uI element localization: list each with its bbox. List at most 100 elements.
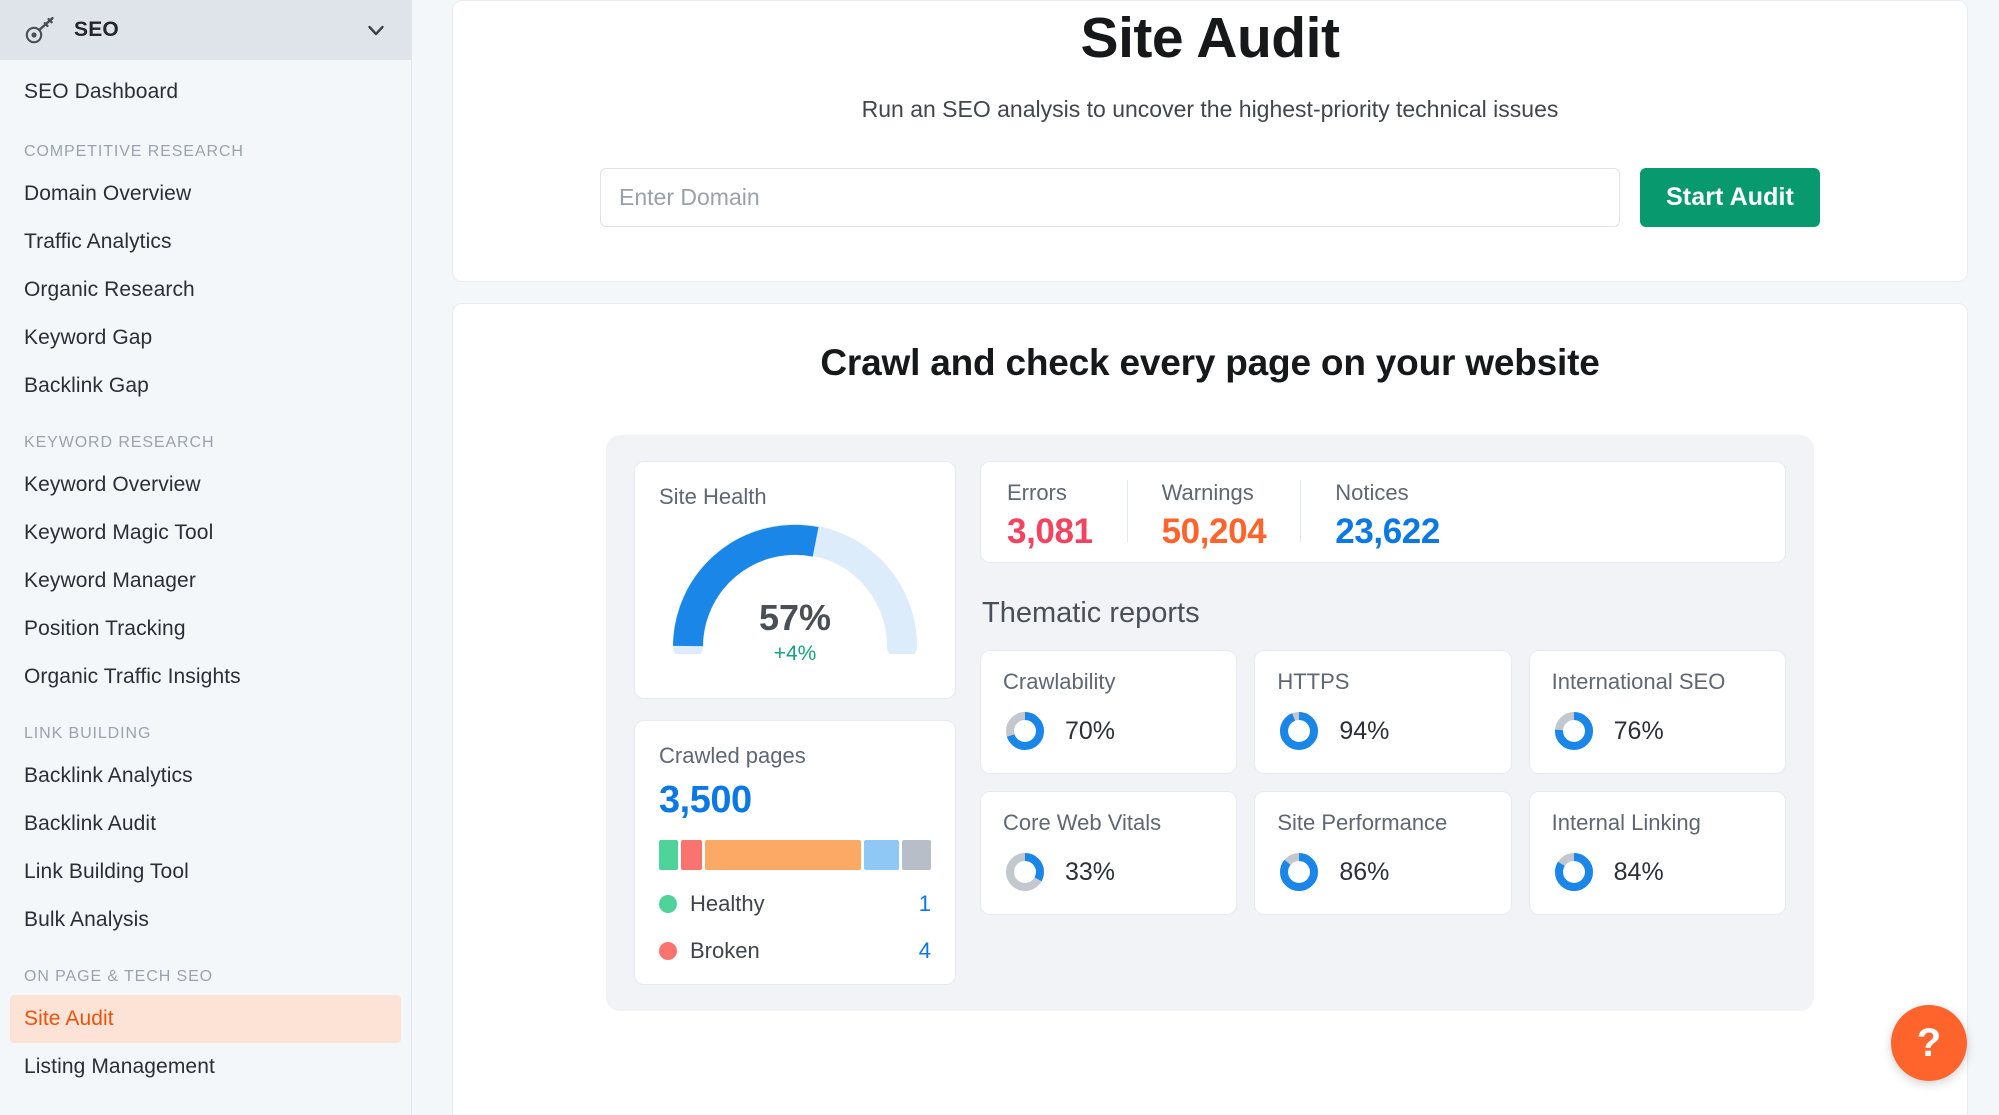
sidebar-item-traffic-analytics[interactable]: Traffic Analytics bbox=[0, 218, 411, 266]
start-audit-button[interactable]: Start Audit bbox=[1640, 168, 1820, 227]
legend-label-healthy: Healthy bbox=[690, 891, 919, 917]
crawled-pages-label: Crawled pages bbox=[659, 743, 931, 769]
thematic-value-https: 94% bbox=[1339, 717, 1389, 746]
stat-errors-label: Errors bbox=[1007, 480, 1093, 506]
thematic-reports-title: Thematic reports bbox=[982, 597, 1786, 630]
site-health-delta: +4% bbox=[659, 642, 931, 666]
thematic-reports-grid: Crawlability 70% HTTPS bbox=[980, 650, 1786, 915]
thematic-label-https: HTTPS bbox=[1277, 669, 1488, 695]
legend-item-healthy: Healthy 1 bbox=[659, 891, 931, 917]
sidebar-item-keyword-manager[interactable]: Keyword Manager bbox=[0, 557, 411, 605]
thematic-card-https[interactable]: HTTPS 94% bbox=[1254, 650, 1511, 774]
site-health-card[interactable]: Site Health 57% +4% bbox=[634, 461, 956, 699]
sidebar-group-keyword-research: KEYWORD RESEARCH bbox=[0, 410, 411, 461]
bar-segment-healthy bbox=[659, 840, 678, 870]
legend-count-broken: 4 bbox=[919, 938, 931, 964]
sidebar-header[interactable]: SEO bbox=[0, 0, 411, 60]
domain-input[interactable] bbox=[600, 168, 1620, 227]
donut-icon-core-web-vitals bbox=[1003, 850, 1047, 894]
stat-warnings[interactable]: Warnings 50,204 bbox=[1128, 480, 1302, 542]
thematic-card-site-performance[interactable]: Site Performance 86% bbox=[1254, 791, 1511, 915]
main-content: Site Audit Run an SEO analysis to uncove… bbox=[412, 0, 1999, 1115]
thematic-card-internal-linking[interactable]: Internal Linking 84% bbox=[1529, 791, 1786, 915]
sidebar: SEO SEO Dashboard COMPETITIVE RESEARCH D… bbox=[0, 0, 412, 1115]
thematic-value-international-seo: 76% bbox=[1614, 717, 1664, 746]
thematic-value-site-performance: 86% bbox=[1339, 858, 1389, 887]
chevron-down-icon[interactable] bbox=[363, 17, 389, 43]
donut-icon-site-performance bbox=[1277, 850, 1321, 894]
help-button[interactable]: ? bbox=[1891, 1005, 1967, 1081]
sidebar-item-keyword-gap[interactable]: Keyword Gap bbox=[0, 314, 411, 362]
thematic-value-core-web-vitals: 33% bbox=[1065, 858, 1115, 887]
sidebar-group-on-page-tech-seo: ON PAGE & TECH SEO bbox=[0, 944, 411, 995]
audit-preview-panel: Site Health 57% +4% bbox=[606, 435, 1814, 1011]
thematic-value-internal-linking: 84% bbox=[1614, 858, 1664, 887]
thematic-label-international-seo: International SEO bbox=[1552, 669, 1763, 695]
preview-left-column: Site Health 57% +4% bbox=[634, 461, 956, 985]
preview-right-column: Errors 3,081 Warnings 50,204 Notices 23,… bbox=[980, 461, 1786, 985]
key-icon bbox=[24, 15, 58, 45]
sidebar-item-backlink-audit[interactable]: Backlink Audit bbox=[0, 800, 411, 848]
thematic-card-core-web-vitals[interactable]: Core Web Vitals 33% bbox=[980, 791, 1237, 915]
page-title: Site Audit bbox=[493, 1, 1927, 72]
legend-count-healthy: 1 bbox=[919, 891, 931, 917]
bar-segment-broken bbox=[681, 840, 702, 870]
site-health-readout: 57% +4% bbox=[659, 600, 931, 666]
site-health-label: Site Health bbox=[659, 484, 931, 510]
section-title: Crawl and check every page on your websi… bbox=[493, 342, 1927, 384]
site-health-gauge: 57% +4% bbox=[659, 514, 931, 674]
sidebar-item-organic-traffic-insights[interactable]: Organic Traffic Insights bbox=[0, 653, 411, 701]
sidebar-item-keyword-overview[interactable]: Keyword Overview bbox=[0, 461, 411, 509]
legend-item-broken: Broken 4 bbox=[659, 938, 931, 964]
bar-segment-blocked bbox=[902, 840, 931, 870]
stat-notices-label: Notices bbox=[1335, 480, 1440, 506]
thematic-card-crawlability[interactable]: Crawlability 70% bbox=[980, 650, 1237, 774]
bar-segment-redirects bbox=[864, 840, 899, 870]
donut-icon-crawlability bbox=[1003, 709, 1047, 753]
thematic-card-international-seo[interactable]: International SEO 76% bbox=[1529, 650, 1786, 774]
stat-notices[interactable]: Notices 23,622 bbox=[1301, 480, 1474, 542]
sidebar-item-site-audit[interactable]: Site Audit bbox=[10, 995, 401, 1043]
sidebar-group-link-building: LINK BUILDING bbox=[0, 701, 411, 752]
thematic-value-crawlability: 70% bbox=[1065, 717, 1115, 746]
stat-errors[interactable]: Errors 3,081 bbox=[1007, 480, 1128, 542]
sidebar-group-competitive-research: COMPETITIVE RESEARCH bbox=[0, 116, 411, 170]
thematic-label-site-performance: Site Performance bbox=[1277, 810, 1488, 836]
sidebar-item-backlink-analytics[interactable]: Backlink Analytics bbox=[0, 752, 411, 800]
app-root: SEO SEO Dashboard COMPETITIVE RESEARCH D… bbox=[0, 0, 1999, 1115]
issue-stats-strip: Errors 3,081 Warnings 50,204 Notices 23,… bbox=[980, 461, 1786, 563]
stat-notices-value: 23,622 bbox=[1335, 512, 1440, 552]
sidebar-item-keyword-magic-tool[interactable]: Keyword Magic Tool bbox=[0, 509, 411, 557]
legend-dot-healthy bbox=[659, 895, 677, 913]
crawled-pages-value: 3,500 bbox=[659, 779, 931, 822]
sidebar-item-organic-research[interactable]: Organic Research bbox=[0, 266, 411, 314]
sidebar-item-seo-dashboard[interactable]: SEO Dashboard bbox=[0, 68, 411, 116]
sidebar-item-link-building-tool[interactable]: Link Building Tool bbox=[0, 848, 411, 896]
sidebar-item-position-tracking[interactable]: Position Tracking bbox=[0, 605, 411, 653]
stat-errors-value: 3,081 bbox=[1007, 512, 1093, 552]
bar-segment-issues bbox=[705, 840, 860, 870]
site-health-value: 57% bbox=[659, 600, 931, 636]
donut-icon-internal-linking bbox=[1552, 850, 1596, 894]
hero-card: Site Audit Run an SEO analysis to uncove… bbox=[452, 0, 1968, 282]
overview-section: Crawl and check every page on your websi… bbox=[452, 303, 1968, 1115]
sidebar-item-domain-overview[interactable]: Domain Overview bbox=[0, 170, 411, 218]
legend-label-broken: Broken bbox=[690, 938, 919, 964]
crawled-pages-card[interactable]: Crawled pages 3,500 Healthy 1 bbox=[634, 720, 956, 985]
thematic-label-core-web-vitals: Core Web Vitals bbox=[1003, 810, 1214, 836]
page-subtitle: Run an SEO analysis to uncover the highe… bbox=[493, 96, 1927, 123]
sidebar-item-bulk-analysis[interactable]: Bulk Analysis bbox=[0, 896, 411, 944]
sidebar-item-backlink-gap[interactable]: Backlink Gap bbox=[0, 362, 411, 410]
sidebar-item-listing-management[interactable]: Listing Management bbox=[0, 1043, 411, 1091]
thematic-label-internal-linking: Internal Linking bbox=[1552, 810, 1763, 836]
stat-warnings-value: 50,204 bbox=[1162, 512, 1267, 552]
thematic-label-crawlability: Crawlability bbox=[1003, 669, 1214, 695]
sidebar-nav: SEO Dashboard COMPETITIVE RESEARCH Domai… bbox=[0, 60, 411, 1091]
legend-dot-broken bbox=[659, 942, 677, 960]
crawled-pages-stacked-bar bbox=[659, 840, 931, 870]
donut-icon-https bbox=[1277, 709, 1321, 753]
donut-icon-international-seo bbox=[1552, 709, 1596, 753]
audit-form: Start Audit bbox=[493, 168, 1927, 227]
sidebar-title: SEO bbox=[74, 18, 347, 42]
stat-warnings-label: Warnings bbox=[1162, 480, 1267, 506]
